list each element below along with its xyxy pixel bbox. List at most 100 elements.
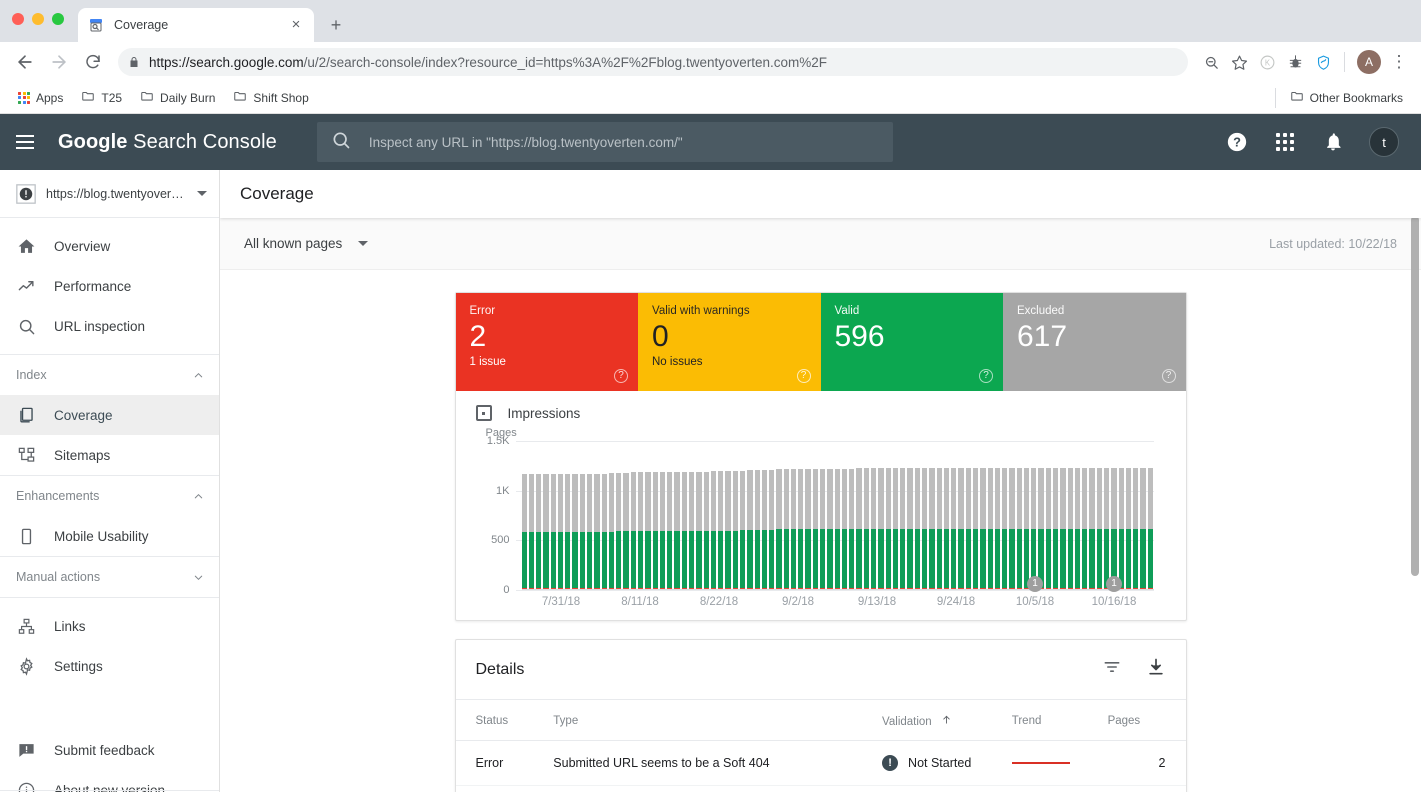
chart-bar[interactable] xyxy=(579,441,586,590)
chart-bar[interactable] xyxy=(980,441,986,590)
chart-bar[interactable] xyxy=(994,441,1001,590)
column-header-status[interactable]: Status xyxy=(455,700,554,741)
chart-bar[interactable] xyxy=(1133,441,1139,590)
chart-bar[interactable] xyxy=(543,441,549,590)
chart-bar[interactable] xyxy=(885,441,891,590)
chart-bar[interactable] xyxy=(1002,441,1008,590)
other-bookmarks-button[interactable]: Other Bookmarks xyxy=(1282,85,1411,110)
table-row[interactable]: Error Submitted URL not found (404) N/A … xyxy=(455,785,1186,792)
help-icon[interactable]: ? xyxy=(1161,369,1176,383)
chart-annotation-marker[interactable]: 1 xyxy=(1106,576,1122,592)
chart-bar[interactable] xyxy=(1118,441,1124,590)
chart-bar[interactable] xyxy=(907,441,913,590)
chart-bar[interactable] xyxy=(739,441,746,590)
bookmark-shift-shop[interactable]: Shift Shop xyxy=(225,85,316,110)
column-header-type[interactable]: Type xyxy=(553,700,883,741)
chart-bar[interactable] xyxy=(878,441,884,590)
chart-bar[interactable] xyxy=(521,441,527,590)
property-selector[interactable]: https://blog.twentyoverten.co... xyxy=(0,170,219,218)
chart-bar[interactable] xyxy=(710,441,717,590)
sidebar-item-coverage[interactable]: Coverage xyxy=(0,395,219,435)
sidebar-item-about-new-version[interactable]: About new version xyxy=(0,770,219,792)
chart-bar[interactable] xyxy=(790,441,797,590)
sidebar-item-submit-feedback[interactable]: Submit feedback xyxy=(0,730,219,770)
chart-bar[interactable] xyxy=(638,441,644,590)
chart-bar[interactable] xyxy=(732,441,738,590)
avatar[interactable]: t xyxy=(1369,127,1399,157)
chart-bar[interactable] xyxy=(557,441,564,590)
browser-menu-button[interactable]: ⋮ xyxy=(1387,52,1411,72)
sidebar-item-url-inspection[interactable]: URL inspection xyxy=(0,306,219,346)
forward-button[interactable] xyxy=(44,47,74,77)
maximize-window-button[interactable] xyxy=(52,13,64,25)
chart-bar[interactable] xyxy=(703,441,709,590)
chart-bar[interactable] xyxy=(1045,441,1052,590)
sidebar-section-enhancements[interactable]: Enhancements xyxy=(0,476,219,516)
known-pages-dropdown[interactable]: All known pages xyxy=(244,236,369,251)
chart-bar[interactable] xyxy=(1140,441,1146,590)
browser-tab[interactable]: Coverage × xyxy=(78,8,314,42)
chart-bar[interactable] xyxy=(849,441,855,590)
chart-bar[interactable] xyxy=(1009,441,1015,590)
sidebar-item-performance[interactable]: Performance xyxy=(0,266,219,306)
chart-bar[interactable] xyxy=(688,441,695,590)
extension-shield-icon[interactable] xyxy=(1310,49,1336,75)
help-icon[interactable]: ? xyxy=(979,369,993,383)
sidebar-item-links[interactable]: Links xyxy=(0,606,219,646)
sidebar-item-mobile-usability[interactable]: Mobile Usability xyxy=(0,516,219,556)
help-icon[interactable]: ? xyxy=(796,369,811,383)
chart-bar[interactable] xyxy=(987,441,993,590)
chart-bar[interactable] xyxy=(1031,441,1037,590)
chart-bar[interactable] xyxy=(572,441,578,590)
column-header-trend[interactable]: Trend xyxy=(1011,700,1108,741)
chart-bar[interactable] xyxy=(1104,441,1110,590)
chart-bar[interactable] xyxy=(958,441,964,590)
chart-bar[interactable] xyxy=(812,441,819,590)
sidebar-item-sitemaps[interactable]: Sitemaps xyxy=(0,435,219,475)
status-card-excluded[interactable]: Excluded 617 ? xyxy=(1003,293,1186,391)
chart-bar[interactable] xyxy=(696,441,702,590)
chart-bar[interactable] xyxy=(536,441,542,590)
new-tab-button[interactable]: + xyxy=(322,11,350,39)
help-icon[interactable]: ? xyxy=(614,369,628,383)
hamburger-icon[interactable] xyxy=(16,130,40,154)
window-controls[interactable] xyxy=(12,13,64,25)
chart-bar[interactable] xyxy=(921,441,928,590)
chart-bar[interactable] xyxy=(805,441,811,590)
chart-bar[interactable] xyxy=(601,441,607,590)
minimize-window-button[interactable] xyxy=(32,13,44,25)
bell-icon[interactable] xyxy=(1321,130,1345,154)
url-inspect-input[interactable]: Inspect any URL in "https://blog.twentyo… xyxy=(316,122,893,162)
app-logo[interactable]: Google Search Console xyxy=(58,131,277,154)
chart-bar[interactable] xyxy=(550,441,556,590)
chart-bar[interactable] xyxy=(1060,441,1066,590)
chart-bar[interactable] xyxy=(1089,441,1095,590)
chart-bar[interactable] xyxy=(1147,441,1153,590)
chart-bar[interactable] xyxy=(725,441,731,590)
row-type[interactable]: Submitted URL seems to be a Soft 404 xyxy=(553,740,883,786)
column-header-validation[interactable]: Validation xyxy=(882,700,1012,741)
bookmark-apps[interactable]: Apps xyxy=(10,87,71,109)
chart-bar[interactable] xyxy=(863,441,869,590)
chart-bar[interactable] xyxy=(630,441,636,590)
chart-bar[interactable] xyxy=(776,441,782,590)
chart-bar[interactable] xyxy=(754,441,760,590)
chart-bar[interactable] xyxy=(608,441,615,590)
address-bar[interactable]: https://search.google.com/u/2/search-con… xyxy=(118,48,1188,76)
chart-bar[interactable] xyxy=(761,441,768,590)
chart-bar[interactable] xyxy=(747,441,753,590)
chart-bar[interactable] xyxy=(594,441,600,590)
chart-bar[interactable] xyxy=(820,441,826,590)
chart-bar[interactable] xyxy=(798,441,804,590)
back-button[interactable] xyxy=(10,47,40,77)
chart-bar[interactable] xyxy=(929,441,935,590)
chart-bar[interactable] xyxy=(936,441,942,590)
chart-bar[interactable] xyxy=(951,441,957,590)
sidebar-item-overview[interactable]: Overview xyxy=(0,226,219,266)
chart-bar[interactable] xyxy=(674,441,680,590)
sidebar-section-manual-actions[interactable]: Manual actions xyxy=(0,557,219,597)
reload-button[interactable] xyxy=(78,47,108,77)
chart-bar[interactable] xyxy=(871,441,877,590)
impressions-toggle[interactable]: Impressions xyxy=(456,405,1186,429)
chart-bar[interactable] xyxy=(900,441,906,590)
